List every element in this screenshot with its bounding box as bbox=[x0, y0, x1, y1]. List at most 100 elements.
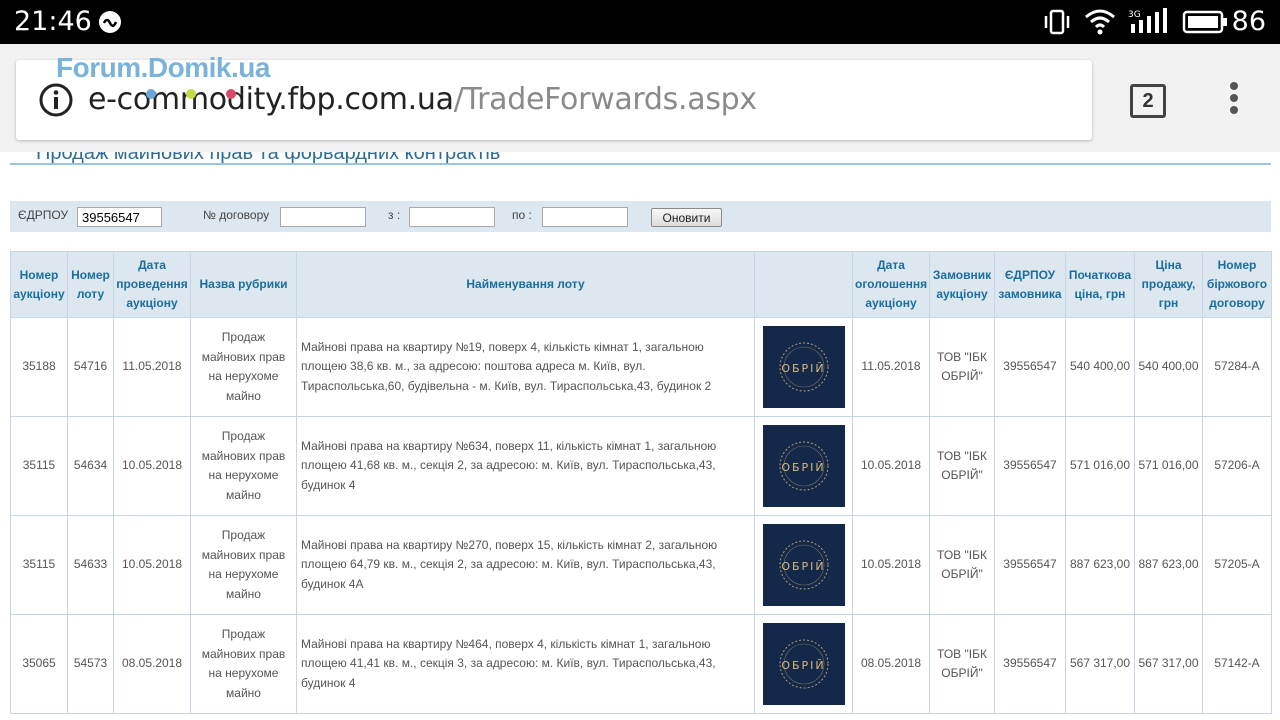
col-announce-date-header: Дата оголошення аукціону bbox=[852, 251, 930, 318]
site-info-icon[interactable] bbox=[38, 82, 74, 118]
table-header-row: Номер аукціону Номер лоту Дата проведення … bbox=[10, 251, 1272, 318]
lot-name-cell: Майнові права на квартиру №464, поверх 4… bbox=[296, 614, 755, 714]
contract-label: № договору bbox=[203, 208, 270, 222]
sale-price-cell: 887 623,00 bbox=[1134, 515, 1203, 615]
logo-text: ОБРІЙ bbox=[781, 560, 826, 573]
contract-number-cell: 57142-А bbox=[1202, 614, 1272, 714]
auction-date-cell: 10.05.2018 bbox=[113, 515, 191, 615]
table-row[interactable]: 35065 54573 08.05.2018 Продаж майнових прав… bbox=[10, 614, 1272, 714]
col-contract-number-header: Номер біржового договору bbox=[1202, 251, 1272, 318]
sale-price-cell: 540 400,00 bbox=[1134, 317, 1203, 417]
col-category-header: Назва рубрики bbox=[190, 251, 297, 318]
overflow-menu-icon[interactable] bbox=[1226, 82, 1242, 122]
date-to-input[interactable] bbox=[542, 207, 628, 227]
contract-number-cell: 57205-А bbox=[1202, 515, 1272, 615]
col-auction-number-header: Номер аукціону bbox=[10, 251, 68, 318]
customer-cell: ТОВ "ІБК ОБРІЙ" bbox=[929, 614, 995, 714]
customer-edrpou-cell: 39556547 bbox=[994, 515, 1066, 615]
announce-date-cell: 11.05.2018 bbox=[852, 317, 930, 417]
logo-text: ОБРІЙ bbox=[781, 461, 826, 474]
table-body: 35188 54716 11.05.2018 Продаж майнових прав… bbox=[10, 317, 1272, 714]
logo-text: ОБРІЙ bbox=[781, 659, 826, 672]
contract-number-cell: 57284-А bbox=[1202, 317, 1272, 417]
network-type-label: 3G bbox=[1128, 10, 1141, 20]
status-bar: 21:46 3G 86 bbox=[0, 0, 1280, 44]
start-price-cell: 887 623,00 bbox=[1065, 515, 1135, 615]
obrii-logo-image: ОБРІЙ bbox=[762, 623, 845, 705]
refresh-button[interactable]: Оновити bbox=[651, 208, 722, 227]
url-path: /TradeForwards.aspx bbox=[453, 82, 757, 117]
customer-edrpou-cell: 39556547 bbox=[994, 614, 1066, 714]
logo-cell: ОБРІЙ bbox=[754, 614, 853, 714]
lot-number-cell: 54633 bbox=[67, 515, 114, 615]
lots-table: Номер аукціону Номер лоту Дата проведення … bbox=[10, 251, 1272, 714]
logo-cell: ОБРІЙ bbox=[754, 416, 853, 516]
table-row[interactable]: 35115 54634 10.05.2018 Продаж майнових прав… bbox=[10, 416, 1272, 516]
logo-cell: ОБРІЙ bbox=[754, 515, 853, 615]
chat-notification-icon bbox=[96, 9, 124, 40]
start-price-cell: 540 400,00 bbox=[1065, 317, 1135, 417]
col-lot-name-header: Найменування лоту bbox=[296, 251, 755, 318]
auction-number-cell: 35115 bbox=[10, 515, 68, 615]
col-logo-header bbox=[754, 251, 853, 318]
lot-number-cell: 54573 bbox=[67, 614, 114, 714]
edrpou-input[interactable] bbox=[77, 207, 162, 227]
obrii-logo-image: ОБРІЙ bbox=[762, 425, 845, 507]
obrii-logo-image: ОБРІЙ bbox=[762, 524, 845, 606]
col-lot-number-header: Номер лоту bbox=[67, 251, 114, 318]
status-time: 21:46 bbox=[14, 6, 92, 37]
customer-edrpou-cell: 39556547 bbox=[994, 317, 1066, 417]
url-domain: e-commodity.fbp.com.ua bbox=[88, 82, 454, 117]
date-to-label: по : bbox=[512, 208, 532, 222]
announce-date-cell: 10.05.2018 bbox=[852, 416, 930, 516]
lot-name-cell: Майнові права на квартиру №270, поверх 1… bbox=[296, 515, 755, 615]
announce-date-cell: 10.05.2018 bbox=[852, 515, 930, 615]
auction-number-cell: 35065 bbox=[10, 614, 68, 714]
auction-date-cell: 08.05.2018 bbox=[113, 614, 191, 714]
contract-number-cell: 57206-А bbox=[1202, 416, 1272, 516]
filter-bar: ЄДРПОУ № договору з : по : Оновити bbox=[10, 201, 1271, 232]
customer-edrpou-cell: 39556547 bbox=[994, 416, 1066, 516]
battery-percentage: 86 bbox=[1231, 6, 1266, 37]
lot-number-cell: 54716 bbox=[67, 317, 114, 417]
lot-name-cell: Майнові права на квартиру №634, поверх 1… bbox=[296, 416, 755, 516]
category-cell: Продаж майнових прав на нерухоме майно bbox=[190, 317, 297, 417]
col-customer-edrpou-header: ЄДРПОУ замовника bbox=[994, 251, 1066, 318]
customer-cell: ТОВ "ІБК ОБРІЙ" bbox=[929, 317, 995, 417]
start-price-cell: 567 317,00 bbox=[1065, 614, 1135, 714]
lot-name-cell: Майнові права на квартиру №19, поверх 4,… bbox=[296, 317, 755, 417]
logo-cell: ОБРІЙ bbox=[754, 317, 853, 417]
logo-text: ОБРІЙ bbox=[781, 362, 826, 375]
customer-cell: ТОВ "ІБК ОБРІЙ" bbox=[929, 416, 995, 516]
title-divider bbox=[10, 163, 1271, 165]
wifi-icon bbox=[1084, 8, 1116, 41]
vibrate-icon bbox=[1044, 8, 1070, 41]
category-cell: Продаж майнових прав на нерухоме майно bbox=[190, 614, 297, 714]
obrii-logo-image: ОБРІЙ bbox=[762, 326, 845, 408]
sale-price-cell: 571 016,00 bbox=[1134, 416, 1203, 516]
category-cell: Продаж майнових прав на нерухоме майно bbox=[190, 515, 297, 615]
col-auction-date-header: Дата проведення аукціону bbox=[113, 251, 191, 318]
tab-switcher-button[interactable]: 2 bbox=[1130, 84, 1166, 118]
battery-icon bbox=[1182, 10, 1228, 39]
page-content: Продаж майнових прав та форвардних контр… bbox=[0, 152, 1280, 720]
announce-date-cell: 08.05.2018 bbox=[852, 614, 930, 714]
date-from-input[interactable] bbox=[409, 207, 495, 227]
contract-input[interactable] bbox=[280, 207, 366, 227]
table-row[interactable]: 35115 54633 10.05.2018 Продаж майнових прав… bbox=[10, 515, 1272, 615]
url-text[interactable]: e-commodity.fbp.com.ua/TradeForwards.asp… bbox=[88, 82, 757, 117]
col-sale-price-header: Ціна продажу, грн bbox=[1134, 251, 1203, 318]
start-price-cell: 571 016,00 bbox=[1065, 416, 1135, 516]
table-row[interactable]: 35188 54716 11.05.2018 Продаж майнових прав… bbox=[10, 317, 1272, 417]
auction-number-cell: 35115 bbox=[10, 416, 68, 516]
cellular-signal-icon: 3G bbox=[1128, 8, 1168, 41]
category-cell: Продаж майнових прав на нерухоме майно bbox=[190, 416, 297, 516]
watermark-logo: Forum.Domik.ua bbox=[56, 52, 270, 83]
edrpou-label: ЄДРПОУ bbox=[18, 208, 69, 222]
auction-date-cell: 10.05.2018 bbox=[113, 416, 191, 516]
auction-number-cell: 35188 bbox=[10, 317, 68, 417]
col-start-price-header: Початкова ціна, грн bbox=[1065, 251, 1135, 318]
col-customer-header: Замовник аукціону bbox=[929, 251, 995, 318]
customer-cell: ТОВ "ІБК ОБРІЙ" bbox=[929, 515, 995, 615]
auction-date-cell: 11.05.2018 bbox=[113, 317, 191, 417]
